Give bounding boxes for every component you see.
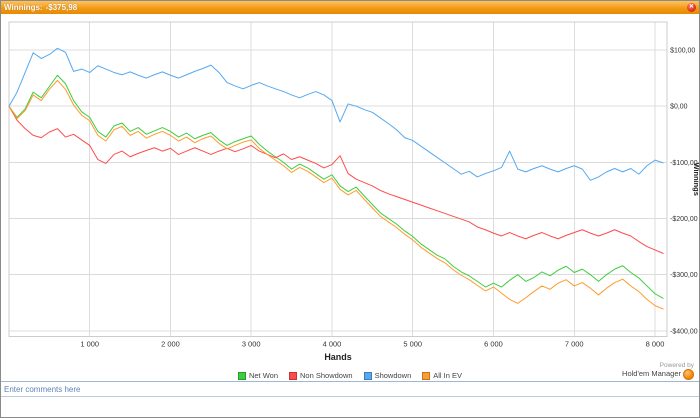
svg-text:6 000: 6 000 [484, 339, 503, 348]
svg-text:4 000: 4 000 [323, 339, 342, 348]
svg-text:Winnings: Winnings [692, 163, 699, 196]
svg-text:1 000: 1 000 [80, 339, 99, 348]
brand-label: Hold'em Manager [622, 369, 681, 379]
window-title-value: -$375,98 [45, 3, 78, 12]
svg-text:Hands: Hands [324, 352, 351, 362]
svg-text:8 000: 8 000 [646, 339, 665, 348]
comment-bar [1, 381, 699, 396]
powered-by-label: Powered by [659, 361, 694, 369]
svg-text:$0,00: $0,00 [670, 104, 688, 111]
winnings-graph-window: Winnings: -$375,98 ✕ $100,00 $0,00 -$100,0… [0, 0, 700, 418]
holdem-manager-logo-icon [683, 369, 694, 380]
svg-text:7 000: 7 000 [565, 339, 584, 348]
bottom-strip [1, 396, 699, 417]
comment-input[interactable] [1, 383, 699, 395]
svg-text:2 000: 2 000 [161, 339, 180, 348]
svg-text:5 000: 5 000 [403, 339, 422, 348]
close-button[interactable]: ✕ [687, 3, 696, 12]
svg-text:3 000: 3 000 [242, 339, 261, 348]
close-icon: ✕ [688, 4, 695, 10]
chart-region: $100,00 $0,00 -$100,00 -$200,00 -$300,00 -$40… [1, 14, 699, 381]
window-title-label: Winnings: [4, 3, 43, 12]
winnings-line-chart: $100,00$0,00-$100,00-$200,00-$300,00-$40… [8, 21, 699, 362]
svg-text:-$200,00: -$200,00 [670, 216, 698, 223]
svg-text:-$300,00: -$300,00 [670, 272, 698, 279]
powered-by-block: Powered by Hold'em Manager [622, 362, 694, 380]
svg-text:-$400,00: -$400,00 [670, 328, 698, 335]
window-title: Winnings: -$375,98 [4, 3, 77, 12]
svg-text:$100,00: $100,00 [670, 48, 695, 55]
titlebar: Winnings: -$375,98 ✕ [1, 1, 699, 14]
